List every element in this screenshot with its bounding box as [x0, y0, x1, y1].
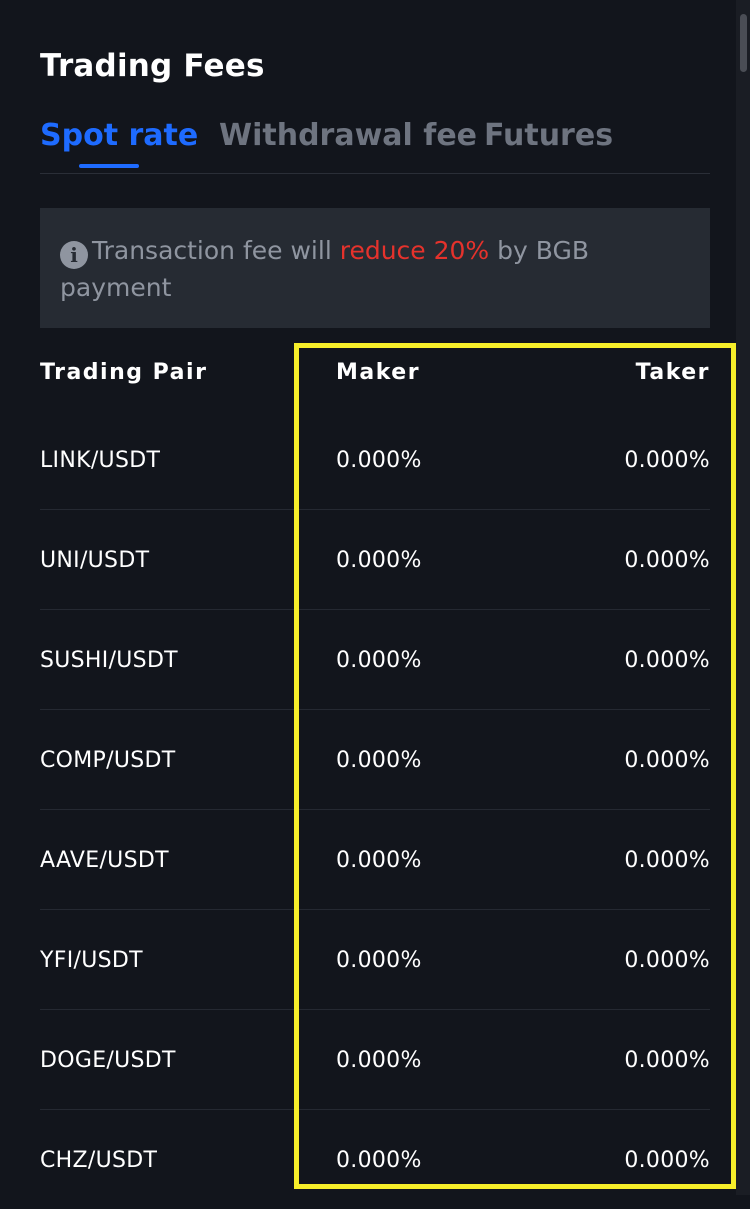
maker-fee-cell: 0.000% — [336, 648, 422, 673]
tab-futures[interactable]: Futures — [484, 118, 613, 153]
table-row: YFI/USDT 0.000% 0.000% — [40, 910, 710, 1010]
trading-fees-page: Trading Fees Spot rate Withdrawal fee Fu… — [0, 0, 750, 1195]
active-tab-indicator — [79, 164, 139, 168]
tab-withdrawal-fee[interactable]: Withdrawal fee — [219, 118, 477, 153]
table-row: SUSHI/USDT 0.000% 0.000% — [40, 610, 710, 710]
notice-highlight: reduce 20% — [339, 236, 490, 265]
table-row: CHZ/USDT 0.000% 0.000% — [40, 1110, 710, 1209]
maker-fee-cell: 0.000% — [336, 448, 422, 473]
fee-notice: i Transaction fee will reduce 20% by BGB … — [40, 208, 710, 328]
table-row: LINK/USDT 0.000% 0.000% — [40, 410, 710, 510]
tab-bar: Spot rate Withdrawal fee Futures — [40, 118, 710, 174]
taker-fee-cell: 0.000% — [624, 648, 710, 673]
maker-fee-cell: 0.000% — [336, 848, 422, 873]
pair-cell: SUSHI/USDT — [40, 648, 178, 673]
taker-fee-cell: 0.000% — [624, 848, 710, 873]
fees-table-body: LINK/USDT 0.000% 0.000% UNI/USDT 0.000% … — [40, 410, 710, 1209]
page-title: Trading Fees — [40, 48, 265, 84]
taker-fee-cell: 0.000% — [624, 1148, 710, 1173]
pair-cell: LINK/USDT — [40, 448, 161, 473]
maker-fee-cell: 0.000% — [336, 1148, 422, 1173]
table-row: DOGE/USDT 0.000% 0.000% — [40, 1010, 710, 1110]
taker-fee-cell: 0.000% — [624, 548, 710, 573]
pair-cell: DOGE/USDT — [40, 1048, 176, 1073]
fees-table-header: Trading Pair Maker Taker — [40, 360, 710, 390]
taker-fee-cell: 0.000% — [624, 948, 710, 973]
pair-cell: YFI/USDT — [40, 948, 143, 973]
notice-text-before: Transaction fee will — [92, 236, 340, 265]
table-row: COMP/USDT 0.000% 0.000% — [40, 710, 710, 810]
header-trading-pair: Trading Pair — [40, 360, 208, 385]
pair-cell: COMP/USDT — [40, 748, 176, 773]
taker-fee-cell: 0.000% — [624, 1048, 710, 1073]
tab-spot-rate[interactable]: Spot rate — [40, 118, 198, 153]
maker-fee-cell: 0.000% — [336, 1048, 422, 1073]
pair-cell: CHZ/USDT — [40, 1148, 158, 1173]
maker-fee-cell: 0.000% — [336, 748, 422, 773]
maker-fee-cell: 0.000% — [336, 548, 422, 573]
maker-fee-cell: 0.000% — [336, 948, 422, 973]
header-taker: Taker — [635, 360, 710, 385]
pair-cell: AAVE/USDT — [40, 848, 169, 873]
info-icon: i — [60, 241, 88, 269]
pair-cell: UNI/USDT — [40, 548, 150, 573]
scrollbar-thumb[interactable] — [740, 14, 747, 72]
scrollbar[interactable] — [736, 0, 750, 1195]
table-row: UNI/USDT 0.000% 0.000% — [40, 510, 710, 610]
taker-fee-cell: 0.000% — [624, 448, 710, 473]
table-row: AAVE/USDT 0.000% 0.000% — [40, 810, 710, 910]
header-maker: Maker — [336, 360, 421, 385]
taker-fee-cell: 0.000% — [624, 748, 710, 773]
